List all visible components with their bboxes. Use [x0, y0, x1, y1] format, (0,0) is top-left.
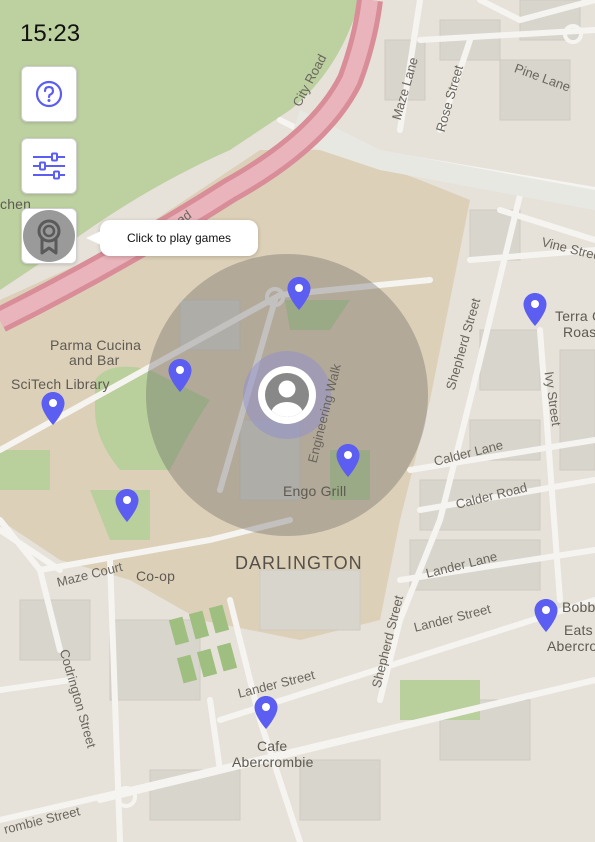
map-pin-icon[interactable]: [253, 695, 279, 731]
place-label: Parma Cucina: [50, 337, 142, 353]
help-circle-icon: [35, 80, 63, 108]
place-label: Terra C: [555, 308, 595, 324]
games-button[interactable]: [21, 208, 77, 264]
award-badge-icon: [23, 210, 75, 262]
place-label: Abercrombie: [232, 754, 314, 770]
place-label: Abercro: [547, 638, 595, 654]
sliders-icon: [33, 152, 65, 180]
map-pin-icon[interactable]: [40, 391, 66, 427]
status-time: 15:23: [20, 20, 81, 47]
map-pin-icon[interactable]: [335, 443, 361, 479]
place-label: Cafe: [257, 738, 288, 754]
map-pin-icon[interactable]: [522, 292, 548, 328]
user-location-icon[interactable]: [258, 366, 316, 424]
map-pin-icon[interactable]: [167, 358, 193, 394]
help-button[interactable]: [21, 66, 77, 122]
map-pin-icon[interactable]: [114, 488, 140, 524]
district-label: DARLINGTON: [235, 553, 363, 573]
map-view[interactable]: City Road Maze Lane Rose Street Pine Lan…: [0, 0, 595, 842]
place-label: Bobb: [562, 599, 595, 615]
place-label: Co-op: [136, 568, 176, 584]
map-pin-icon[interactable]: [533, 598, 559, 634]
tooltip-text: Click to play games: [126, 231, 232, 245]
place-label: SciTech Library: [11, 376, 110, 392]
place-label: Roast: [563, 324, 595, 340]
filter-button[interactable]: [21, 138, 77, 194]
place-label: Engo Grill: [283, 483, 347, 499]
games-tooltip: Click to play games: [86, 220, 258, 256]
place-label: Eats: [564, 622, 593, 638]
user-avatar-icon: [260, 368, 314, 422]
place-label: and Bar: [69, 352, 120, 368]
map-pin-icon[interactable]: [286, 276, 312, 312]
